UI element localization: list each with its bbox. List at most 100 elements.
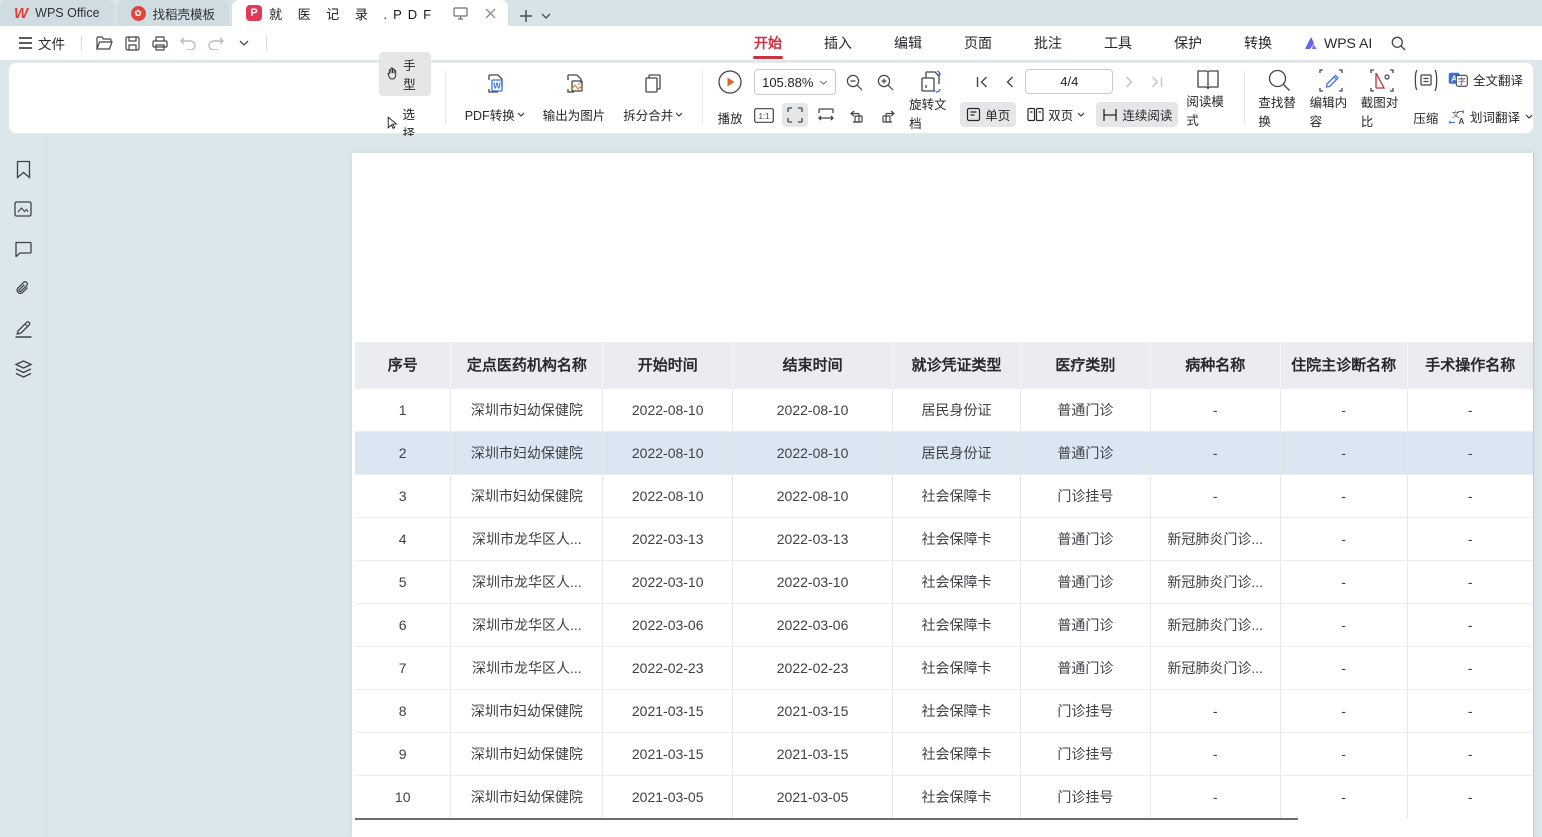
hand-tool-button[interactable]: 手型: [379, 52, 431, 96]
undo-history-chevron-icon[interactable]: [232, 31, 256, 55]
thumbnails-panel-button[interactable]: [11, 198, 35, 220]
redo-button[interactable]: [204, 31, 228, 55]
play-icon[interactable]: [717, 69, 743, 95]
find-replace-icon[interactable]: [1268, 69, 1291, 92]
tab-document[interactable]: P 就 医 记 录 .PDF: [232, 0, 508, 26]
table-cell: 居民身份证: [893, 388, 1021, 431]
page-number-box[interactable]: [1025, 69, 1113, 94]
table-cell: 2021-03-15: [603, 689, 733, 732]
present-monitor-icon[interactable]: [450, 3, 470, 23]
table-cell: 门诊挂号: [1020, 732, 1150, 775]
table-row[interactable]: 7深圳市龙华区人...2022-02-232022-02-23社会保障卡普通门诊…: [355, 646, 1533, 689]
actual-size-button[interactable]: 1:1: [751, 103, 777, 127]
annotations-panel-button[interactable]: [11, 318, 35, 340]
comments-panel-button[interactable]: [11, 238, 35, 260]
tab-docer-templates[interactable]: ✿ 找稻壳模板: [117, 0, 230, 26]
double-page-button[interactable]: 双页: [1021, 102, 1091, 127]
table-cell: 深圳市龙华区人...: [451, 560, 603, 603]
word-translate-button[interactable]: 文A 划词翻译: [1448, 107, 1533, 126]
next-page-button[interactable]: [1118, 71, 1140, 93]
find-replace-label[interactable]: 查找替换: [1258, 92, 1301, 130]
pdf-page[interactable]: 序号 定点医药机构名称 开始时间 结束时间 就诊凭证类型 医疗类别 病种名称 住…: [352, 153, 1534, 837]
zoom-level-select[interactable]: 105.88%: [754, 69, 836, 95]
rotate-right-button[interactable]: [875, 103, 901, 127]
tab-edit[interactable]: 编辑: [873, 26, 943, 60]
table-cell: 普通门诊: [1020, 560, 1150, 603]
hamburger-icon: [18, 37, 33, 49]
continuous-read-button[interactable]: 连续阅读: [1096, 102, 1178, 127]
save-button[interactable]: [120, 31, 144, 55]
table-cell: 门诊挂号: [1020, 689, 1150, 732]
layers-icon: [14, 360, 33, 378]
open-file-button[interactable]: [92, 31, 116, 55]
menu-search-button[interactable]: [1386, 31, 1410, 55]
double-page-label: 双页: [1048, 105, 1073, 124]
wps-ai-button[interactable]: WPS AI: [1293, 35, 1382, 51]
previous-page-button[interactable]: [998, 71, 1020, 93]
new-tab-icon[interactable]: [516, 6, 536, 26]
tab-insert[interactable]: 插入: [803, 26, 873, 60]
table-row[interactable]: 5深圳市龙华区人...2022-03-102022-03-10社会保障卡普通门诊…: [355, 560, 1533, 603]
single-page-button[interactable]: 单页: [960, 102, 1016, 127]
zoom-out-button[interactable]: [841, 70, 867, 94]
layers-panel-button[interactable]: [11, 358, 35, 380]
read-mode-label[interactable]: 阅读模式: [1186, 91, 1229, 129]
attachments-panel-button[interactable]: [11, 278, 35, 300]
print-button[interactable]: [148, 31, 172, 55]
first-page-button[interactable]: [971, 71, 993, 93]
table-row[interactable]: 4深圳市龙华区人...2022-03-132022-03-13社会保障卡普通门诊…: [355, 517, 1533, 560]
tab-tools[interactable]: 工具: [1083, 26, 1153, 60]
table-row[interactable]: 2深圳市妇幼保健院2022-08-102022-08-10居民身份证普通门诊--…: [355, 431, 1533, 474]
tab-page[interactable]: 页面: [943, 26, 1013, 60]
zoom-in-icon: [877, 74, 894, 91]
pdf-convert-button[interactable]: W PDF转换: [456, 70, 534, 126]
table-cell: 2022-08-10: [733, 388, 893, 431]
rotate-document-icon[interactable]: [918, 69, 944, 94]
tab-wps-office[interactable]: W WPS Office: [0, 0, 114, 26]
zoom-in-button[interactable]: [872, 70, 898, 94]
table-cell: 深圳市妇幼保健院: [451, 474, 603, 517]
edit-content-icon[interactable]: [1319, 69, 1343, 92]
compress-icon[interactable]: [1412, 69, 1440, 91]
page-number-input[interactable]: [1034, 74, 1104, 89]
fit-width-button[interactable]: [813, 103, 839, 127]
undo-button[interactable]: [176, 31, 200, 55]
table-cell: -: [1280, 517, 1407, 560]
tab-home[interactable]: 开始: [733, 26, 803, 60]
chevron-down-icon: [1077, 112, 1085, 117]
table-row[interactable]: 6深圳市龙华区人...2022-03-062022-03-06社会保障卡普通门诊…: [355, 603, 1533, 646]
play-label[interactable]: 播放: [718, 108, 743, 127]
table-row[interactable]: 10深圳市妇幼保健院2021-03-052021-03-05社会保障卡门诊挂号-…: [355, 775, 1533, 818]
table-cell: 2021-03-15: [603, 732, 733, 775]
table-row[interactable]: 8深圳市妇幼保健院2021-03-152021-03-15社会保障卡门诊挂号--…: [355, 689, 1533, 732]
hand-tool-label: 手型: [403, 55, 423, 93]
tab-convert[interactable]: 转换: [1223, 26, 1293, 60]
table-row[interactable]: 9深圳市妇幼保健院2021-03-152021-03-15社会保障卡门诊挂号--…: [355, 732, 1533, 775]
fit-page-button[interactable]: [782, 103, 808, 127]
screenshot-compare-label[interactable]: 截图对比: [1361, 92, 1404, 130]
split-merge-button[interactable]: 拆分合并: [614, 70, 692, 126]
tab-annotate[interactable]: 批注: [1013, 26, 1083, 60]
edit-content-label[interactable]: 编辑内容: [1310, 92, 1353, 130]
read-mode-book-icon[interactable]: [1196, 69, 1220, 91]
rotate-left-button[interactable]: [844, 103, 870, 127]
table-row[interactable]: 1深圳市妇幼保健院2022-08-102022-08-10居民身份证普通门诊--…: [355, 388, 1533, 431]
full-translate-button[interactable]: A字 全文翻译: [1448, 70, 1533, 89]
table-cell: 深圳市妇幼保健院: [451, 775, 603, 818]
screenshot-compare-icon[interactable]: [1370, 69, 1394, 92]
file-menu-button[interactable]: 文件: [12, 29, 71, 57]
table-row[interactable]: 3深圳市妇幼保健院2022-08-102022-08-10社会保障卡门诊挂号--…: [355, 474, 1533, 517]
edit-content-group: 编辑内容: [1310, 69, 1353, 127]
full-translate-label: 全文翻译: [1473, 70, 1523, 89]
rotate-document-label[interactable]: 旋转文档: [909, 94, 952, 132]
bookmarks-panel-button[interactable]: [11, 158, 35, 180]
page-navigation-group: 单页 双页 连续阅读: [960, 69, 1178, 127]
last-page-button[interactable]: [1145, 71, 1167, 93]
table-cell: 门诊挂号: [1020, 775, 1150, 818]
export-as-image-button[interactable]: 输出为图片: [534, 70, 615, 126]
compress-label[interactable]: 压缩: [1413, 108, 1438, 127]
close-tab-icon[interactable]: [480, 3, 500, 23]
table-cell: 2022-03-13: [733, 517, 893, 560]
tab-protect[interactable]: 保护: [1153, 26, 1223, 60]
tab-list-chevron-icon[interactable]: [536, 6, 556, 26]
